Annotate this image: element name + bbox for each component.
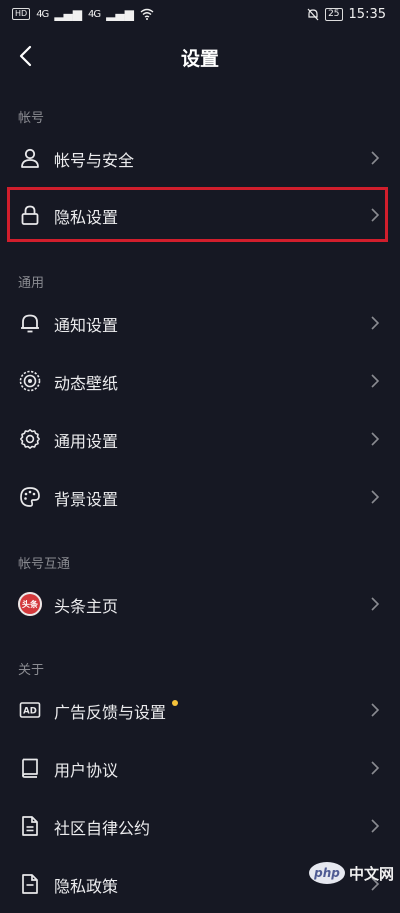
hd-badge: HD [12,8,31,20]
document-icon [22,816,38,836]
chevron-right-icon [371,316,380,330]
new-badge-dot [172,700,178,706]
row-background-settings[interactable]: 背景设置 [0,468,400,526]
chevron-right-icon [371,703,380,717]
row-live-wallpaper[interactable]: 动态壁纸 [0,352,400,410]
person-icon [21,148,39,168]
ad-icon: AD [19,702,41,718]
php-logo: php [308,862,345,884]
row-label: 动态壁纸 [54,374,119,393]
row-general-settings[interactable]: 通用设置 [0,410,400,468]
row-label: 头条主页 [54,597,119,616]
section-header-account-link: 帐号互通 [18,557,71,572]
chevron-right-icon [371,432,380,446]
row-label: 广告反馈与设置 [54,703,167,722]
chevron-right-icon [371,151,380,165]
bell-mute-icon [307,8,319,20]
section-header-about: 关于 [18,663,45,678]
battery-level: 25 [325,7,343,21]
section-header-general: 通用 [18,276,45,291]
chevron-right-icon [371,597,380,611]
row-label: 通知设置 [54,316,119,335]
document-icon [22,874,38,894]
row-community-convention[interactable]: 社区自律公约 [0,797,400,855]
row-label: 帐号与安全 [54,151,135,170]
chevron-right-icon [371,819,380,833]
wifi-icon [140,8,154,20]
highlight-box [7,187,388,242]
row-user-agreement[interactable]: 用户协议 [0,739,400,797]
watermark-text: 中文网 [348,864,394,883]
clock: 15:35 [348,6,386,22]
row-ad-feedback[interactable]: AD 广告反馈与设置 [0,681,400,739]
ad-icon-text: AD [23,707,37,717]
palette-icon [20,487,40,507]
row-label: 背景设置 [54,490,119,509]
chevron-right-icon [371,490,380,504]
signal-bars-1: ▂▄▆ [54,7,82,21]
page-title: 设置 [180,48,219,70]
toutiao-icon: 头条 [18,592,42,616]
watermark: php 中文网 [308,862,394,884]
row-label: 通用设置 [54,432,119,451]
book-icon [22,758,38,778]
row-toutiao-homepage[interactable]: 头条 头条主页 [0,575,400,633]
row-account-security[interactable]: 帐号与安全 [0,129,400,187]
wallpaper-icon [19,370,41,392]
signal-bars-2: ▂▄▆ [106,7,134,21]
signal-2: 4G [88,8,101,20]
status-bar: HD 4G ▂▄▆ 4G ▂▄▆ 25 15:35 [0,0,400,28]
section-header-account: 帐号 [18,111,45,126]
row-notification-settings[interactable]: 通知设置 [0,294,400,352]
row-label: 社区自律公约 [54,819,151,838]
row-label: 用户协议 [54,761,119,780]
bell-icon [21,314,39,333]
navbar: 设置 [0,28,400,84]
row-label: 隐私政策 [54,877,119,896]
chevron-right-icon [371,374,380,388]
gear-icon [20,429,40,449]
signal-1: 4G [36,8,49,20]
chevron-right-icon [371,761,380,775]
